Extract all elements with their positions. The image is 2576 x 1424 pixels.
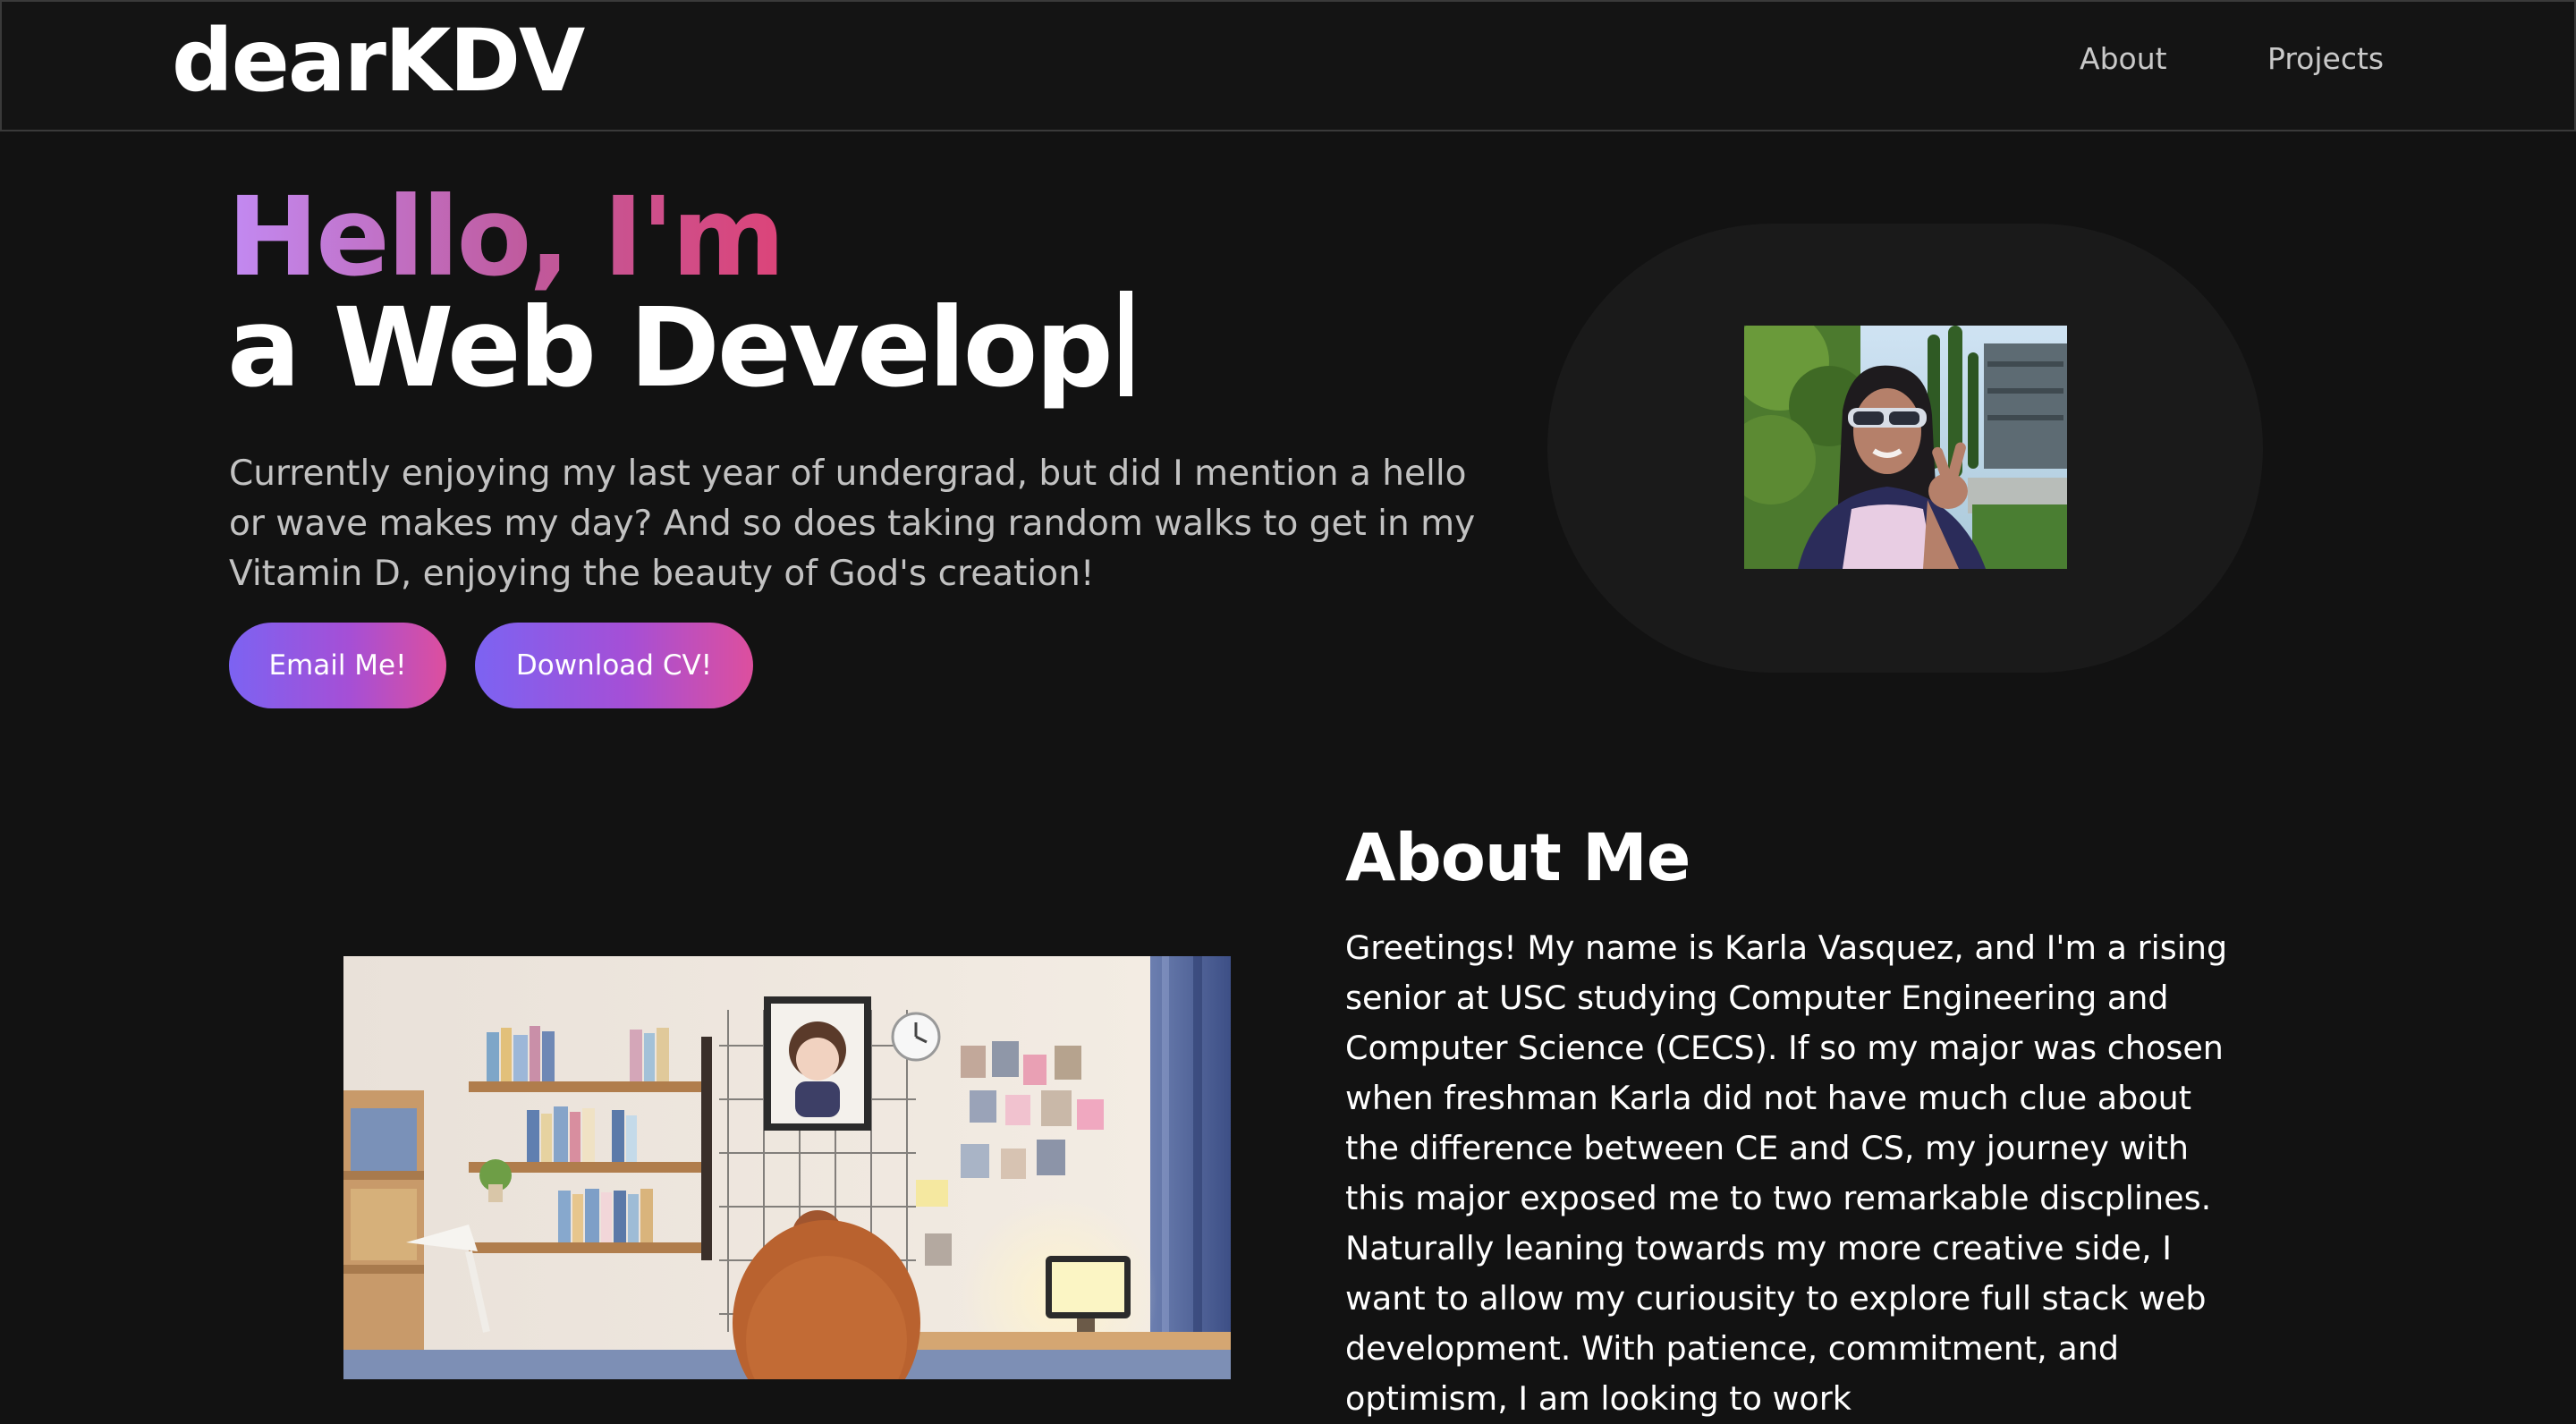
nav-link-projects[interactable]: Projects xyxy=(2267,41,2384,77)
about-body: Greetings! My name is Karla Vasquez, and… xyxy=(1345,928,2228,1418)
about-title: About Me xyxy=(1345,820,1690,896)
typed-text: a Web Develop xyxy=(227,284,1114,411)
profile-photo-image xyxy=(1744,326,2067,569)
hero-typed-role: a Web Develop xyxy=(227,290,1132,406)
profile-photo xyxy=(1744,326,2067,569)
about-illustration xyxy=(343,956,1231,1379)
hero-greeting: Hello, I'm xyxy=(227,174,785,301)
navbar: dearKDV About Projects xyxy=(0,0,2576,131)
hero-description: Currently enjoying my last year of under… xyxy=(229,453,1476,594)
about-illustration-image xyxy=(343,956,1231,1379)
download-cv-button[interactable]: Download CV! xyxy=(475,623,753,708)
email-me-button[interactable]: Email Me! xyxy=(229,623,446,708)
site-logo[interactable]: dearKDV xyxy=(172,9,585,113)
nav-link-about[interactable]: About xyxy=(2080,41,2167,77)
typing-caret xyxy=(1119,291,1132,396)
